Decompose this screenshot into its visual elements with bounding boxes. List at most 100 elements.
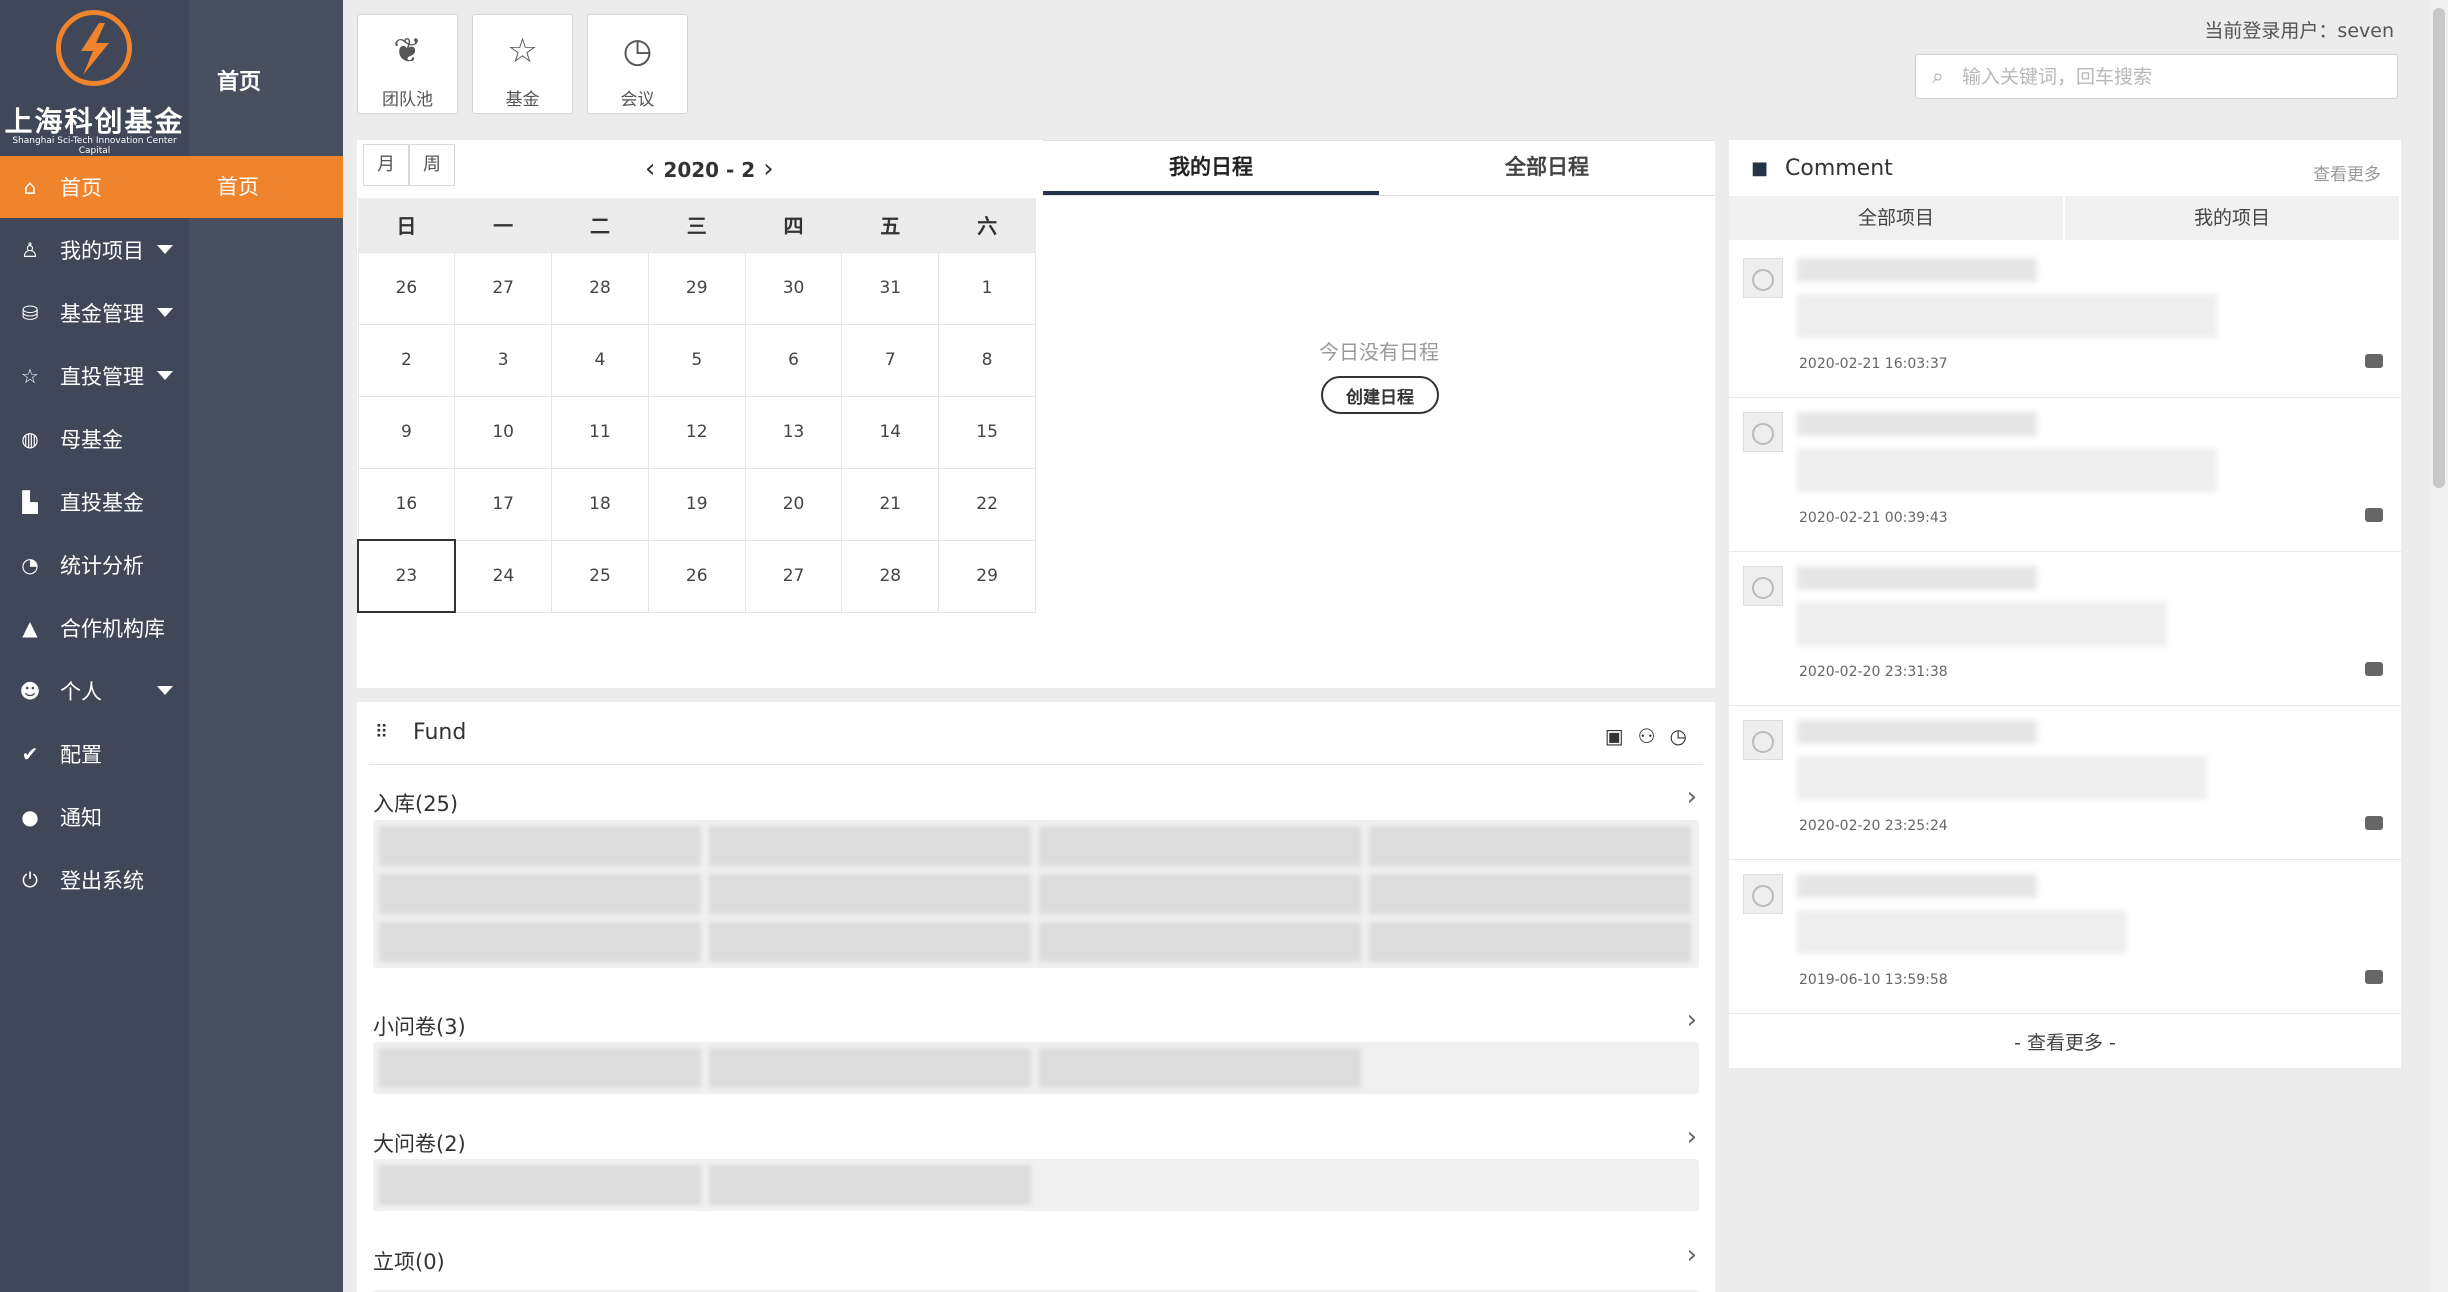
sidebar-item-3[interactable]: ☆ 直投管理 [0, 345, 189, 407]
sidebar-item-8[interactable]: ☻ 个人 [0, 660, 189, 722]
comment-more-link[interactable]: 查看更多 [2313, 160, 2381, 185]
calendar-day[interactable]: 4 [551, 323, 649, 397]
quick-button-2[interactable]: ◷ 会议 [587, 14, 688, 114]
calendar-day[interactable]: 8 [938, 323, 1036, 397]
calendar-day[interactable]: 17 [454, 467, 553, 541]
fund-chip[interactable] [1369, 826, 1691, 866]
reply-icon[interactable] [2365, 508, 2383, 522]
fund-chip[interactable] [709, 922, 1031, 962]
calendar-day[interactable]: 10 [454, 395, 553, 469]
calendar-day[interactable]: 27 [744, 539, 843, 613]
tab-all-projects[interactable]: 全部项目 [1729, 196, 2063, 240]
calendar-day[interactable]: 15 [938, 395, 1036, 469]
fund-chip[interactable] [1039, 1048, 1361, 1088]
subnav-item-home[interactable]: 首页 [189, 156, 343, 218]
fund-chip[interactable] [379, 826, 701, 866]
sidebar-item-4[interactable]: ◍ 母基金 [0, 408, 189, 470]
calendar-day[interactable]: 23 [357, 539, 456, 613]
chevron-right-icon[interactable]: › [1687, 1005, 1697, 1035]
calendar-day[interactable]: 24 [454, 539, 553, 613]
calendar-day[interactable]: 1 [938, 251, 1036, 325]
tab-all-schedule[interactable]: 全部日程 [1379, 140, 1715, 195]
reply-icon[interactable] [2365, 354, 2383, 368]
fund-chip[interactable] [1039, 922, 1361, 962]
home-icon: ⌂ [23, 175, 37, 199]
fund-chip[interactable] [379, 874, 701, 914]
fund-chip[interactable] [379, 922, 701, 962]
chevron-right-icon[interactable]: › [1687, 1122, 1697, 1152]
sidebar-item-0[interactable]: ⌂ 首页 [0, 156, 189, 218]
calendar-day[interactable]: 26 [647, 539, 746, 613]
calendar-day[interactable]: 25 [551, 539, 649, 613]
view-month-button[interactable]: 月 [363, 144, 409, 186]
page-scrollbar[interactable] [2430, 0, 2448, 1292]
reply-icon[interactable] [2365, 970, 2383, 984]
calendar-day[interactable]: 9 [357, 395, 456, 469]
tab-my-schedule[interactable]: 我的日程 [1043, 140, 1379, 195]
search-box[interactable]: ⌕ [1915, 54, 2398, 99]
chevron-right-icon[interactable]: › [1687, 1240, 1697, 1270]
calendar-day[interactable]: 30 [744, 251, 843, 325]
sidebar-item-1[interactable]: ♙ 我的项目 [0, 219, 189, 281]
comment-more-bottom-link[interactable]: - 查看更多 - [1729, 1028, 2401, 1055]
chevron-right-icon[interactable]: › [1687, 782, 1697, 812]
sidebar-item-2[interactable]: ⛁ 基金管理 [0, 282, 189, 344]
calendar-day[interactable]: 21 [841, 467, 940, 541]
fund-chip[interactable] [709, 826, 1031, 866]
sidebar-item-5[interactable]: ▙ 直投基金 [0, 471, 189, 533]
calendar-day[interactable]: 18 [551, 467, 649, 541]
avatar-icon [1743, 720, 1783, 760]
scrollbar-thumb[interactable] [2433, 8, 2445, 488]
fund-chip[interactable] [379, 1165, 701, 1205]
clock-icon[interactable]: ◷ [1670, 724, 1687, 748]
fund-chip[interactable] [709, 874, 1031, 914]
fund-chip[interactable] [709, 1165, 1031, 1205]
briefcase-icon[interactable]: ▣ [1605, 724, 1624, 748]
calendar-day[interactable]: 29 [938, 539, 1036, 613]
reply-icon[interactable] [2365, 662, 2383, 676]
fund-chip[interactable] [1369, 874, 1691, 914]
create-schedule-button[interactable]: 创建日程 [1321, 376, 1439, 414]
calendar-day[interactable]: 5 [647, 323, 746, 397]
calendar-day[interactable]: 3 [454, 323, 553, 397]
fund-chip[interactable] [1369, 922, 1691, 962]
sidebar-item-6[interactable]: ◔ 统计分析 [0, 534, 189, 596]
sidebar-item-9[interactable]: ✔ 配置 [0, 723, 189, 785]
reply-icon[interactable] [2365, 816, 2383, 830]
calendar-day[interactable]: 27 [454, 251, 553, 325]
brand-logo: 上海科创基金 Shanghai Sci-Tech Innovation Cent… [0, 0, 189, 156]
calendar-day[interactable]: 7 [841, 323, 940, 397]
users-icon[interactable]: ⚇ [1638, 724, 1656, 748]
sidebar-item-7[interactable]: ▲ 合作机构库 [0, 597, 189, 659]
sidebar-item-10[interactable]: ● 通知 [0, 786, 189, 848]
sidebar-item-11[interactable]: ⏻ 登出系统 [0, 849, 189, 911]
calendar-day[interactable]: 29 [647, 251, 746, 325]
quick-button-1[interactable]: ☆ 基金 [472, 14, 573, 114]
fund-chip[interactable] [379, 1048, 701, 1088]
calendar-day[interactable]: 12 [647, 395, 746, 469]
calendar-day[interactable]: 11 [551, 395, 649, 469]
calendar-day[interactable]: 14 [841, 395, 940, 469]
search-input[interactable] [1962, 61, 2382, 93]
calendar-day[interactable]: 6 [744, 323, 843, 397]
calendar-prev-icon[interactable]: ‹ [637, 154, 663, 184]
quick-button-0[interactable]: ❦ 团队池 [357, 14, 458, 114]
calendar-month-label: 2020 - 2 [663, 158, 756, 182]
calendar-day[interactable]: 28 [551, 251, 649, 325]
calendar-day[interactable]: 16 [357, 467, 456, 541]
fund-chip[interactable] [1039, 874, 1361, 914]
calendar-day[interactable]: 19 [647, 467, 746, 541]
tab-my-projects[interactable]: 我的项目 [2065, 196, 2399, 240]
calendar-day[interactable]: 26 [357, 251, 456, 325]
fund-chip[interactable] [709, 1048, 1031, 1088]
calendar-day[interactable]: 2 [357, 323, 456, 397]
calendar-day[interactable]: 20 [744, 467, 843, 541]
calendar-day[interactable]: 13 [744, 395, 843, 469]
weekday-header: 四 [745, 198, 842, 252]
calendar-next-icon[interactable]: › [755, 154, 781, 184]
calendar-day[interactable]: 31 [841, 251, 940, 325]
calendar-day[interactable]: 22 [938, 467, 1036, 541]
view-week-button[interactable]: 周 [409, 144, 455, 186]
calendar-day[interactable]: 28 [841, 539, 940, 613]
fund-chip[interactable] [1039, 826, 1361, 866]
